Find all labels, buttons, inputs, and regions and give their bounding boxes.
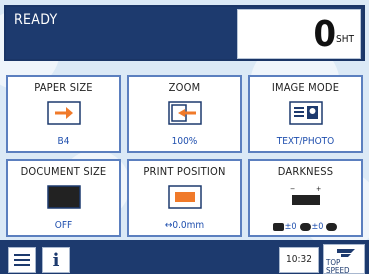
- status-bar: READY 0 SHT: [4, 5, 365, 61]
- darkness-photo-level: ±0: [299, 222, 323, 232]
- image-mode-tile[interactable]: IMAGE MODE TEXT/PHOTO: [248, 75, 363, 153]
- paper-size-icon: [46, 101, 81, 125]
- status-text: READY: [14, 12, 58, 28]
- paper-size-tile[interactable]: PAPER SIZE B4: [6, 75, 121, 153]
- tile-title: DARKNESS: [277, 165, 334, 178]
- text-level-icon: [272, 223, 284, 231]
- menu-button[interactable]: [8, 247, 36, 273]
- darkness-text-level: ±0: [272, 222, 297, 232]
- image-mode-icon: [288, 101, 323, 125]
- tile-value: B4: [57, 136, 70, 147]
- darkness-auto-level: [326, 223, 338, 231]
- darkness-tile[interactable]: DARKNESS − + ±0 ±0: [248, 159, 363, 237]
- zoom-tile[interactable]: ZOOM 100%: [127, 75, 242, 153]
- speed-label: TOP SPEED: [326, 258, 350, 274]
- tile-value: ↔0.0mm: [164, 220, 205, 231]
- tile-title: PRINT POSITION: [143, 165, 226, 178]
- tile-title: PAPER SIZE: [34, 81, 93, 94]
- tile-value: OFF: [54, 220, 73, 231]
- counter-value: 0: [313, 14, 336, 55]
- print-position-tile[interactable]: PRINT POSITION ↔0.0mm: [127, 159, 242, 237]
- info-button[interactable]: i: [42, 247, 70, 273]
- document-size-tile[interactable]: DOCUMENT SIZE OFF: [6, 159, 121, 237]
- darkness-minus: −: [290, 185, 295, 193]
- bottom-bar: i 10:32 TOP SPEED: [0, 240, 369, 274]
- auto-level-icon: [326, 223, 338, 231]
- counter-unit: SHT: [336, 34, 354, 45]
- tile-title: ZOOM: [168, 81, 201, 94]
- darkness-icon: − +: [286, 185, 326, 207]
- info-icon: i: [52, 249, 60, 271]
- document-size-icon: [46, 185, 81, 209]
- tile-value: TEXT/PHOTO: [276, 136, 335, 147]
- tile-title: IMAGE MODE: [271, 81, 340, 94]
- zoom-icon: [167, 101, 202, 125]
- copy-counter: 0 SHT: [237, 9, 361, 59]
- top-speed-button[interactable]: TOP SPEED: [323, 244, 365, 274]
- tile-title: DOCUMENT SIZE: [20, 165, 107, 178]
- darkness-plus: +: [316, 185, 321, 193]
- clock: 10:32: [279, 247, 319, 273]
- menu-icon: [14, 254, 30, 266]
- print-position-icon: [167, 185, 202, 209]
- darkness-levels: ±0 ±0: [252, 222, 359, 232]
- tile-value: 100%: [171, 136, 198, 147]
- photo-level-icon: [299, 223, 311, 231]
- settings-grid: PAPER SIZE B4 ZOOM 100% IMAGE MODE TEXT/…: [6, 75, 363, 237]
